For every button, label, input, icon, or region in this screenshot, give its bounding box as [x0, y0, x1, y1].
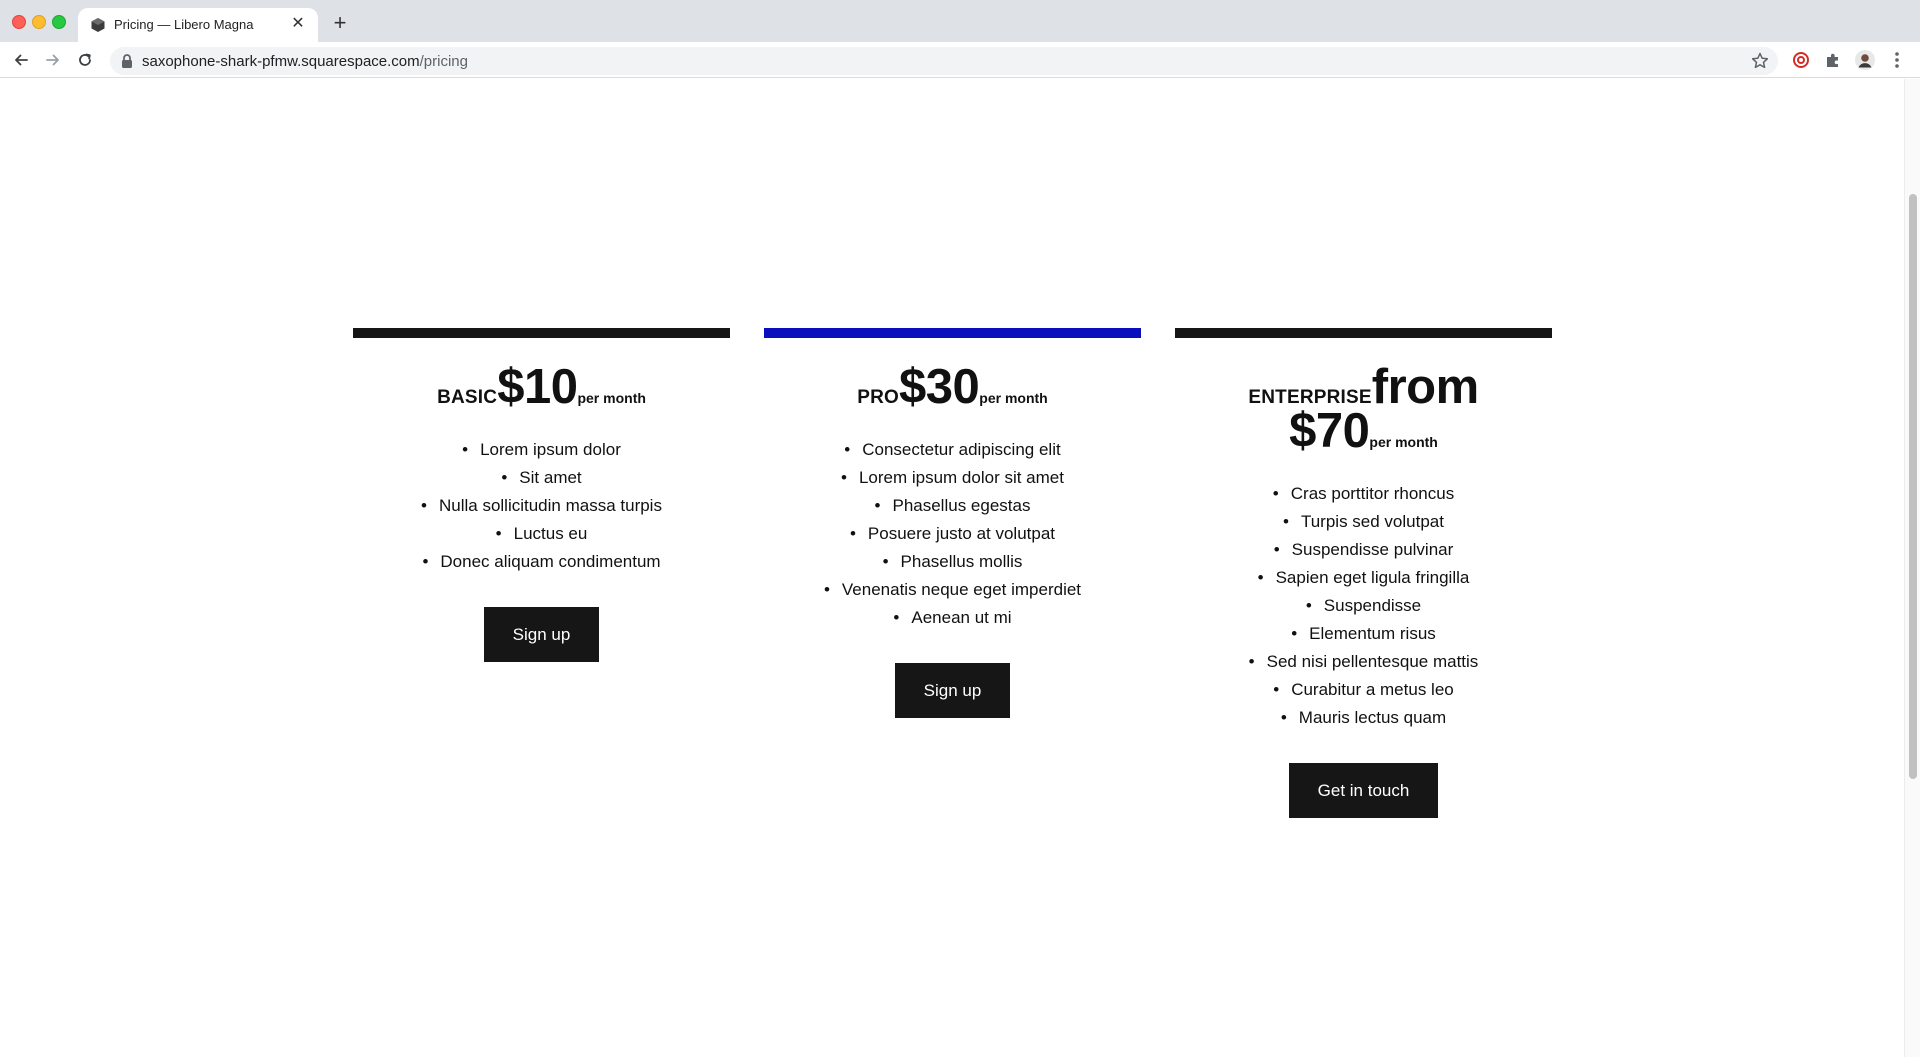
url-host: saxophone-shark-pfmw.squarespace.com: [142, 53, 420, 70]
window-zoom-button[interactable]: [52, 15, 66, 29]
url-text: saxophone-shark-pfmw.squarespace.com/pri…: [142, 53, 468, 70]
feature-item: Phasellus egestas: [764, 492, 1141, 520]
feature-item: Cras porttitor rhoncus: [1175, 480, 1552, 508]
plan-accent-bar: [1175, 328, 1552, 338]
feature-item: Luctus eu: [353, 520, 730, 548]
tab-title: Pricing — Libero Magna: [114, 17, 254, 32]
profile-avatar-icon[interactable]: [1854, 49, 1876, 71]
window-minimize-button[interactable]: [32, 15, 46, 29]
address-bar[interactable]: saxophone-shark-pfmw.squarespace.com/pri…: [110, 47, 1778, 75]
lock-icon: [122, 54, 132, 68]
plan-price-unit: per month: [1369, 434, 1438, 450]
new-tab-plus-icon[interactable]: +: [328, 12, 352, 36]
feature-item: Lorem ipsum dolor: [353, 436, 730, 464]
plan-heading: BASIC$10per month: [353, 363, 730, 415]
pricing-card-basic: BASIC$10per month Lorem ipsum dolor Sit …: [353, 328, 730, 662]
feature-item: Turpis sed volutpat: [1175, 508, 1552, 536]
plan-price: $10: [497, 360, 578, 414]
feature-item: Sapien eget ligula fringilla: [1175, 564, 1552, 592]
plan-heading: ENTERPRISEfrom $70per month: [1175, 363, 1552, 459]
browser-toolbar: saxophone-shark-pfmw.squarespace.com/pri…: [0, 42, 1920, 78]
forward-arrow-icon[interactable]: [41, 48, 65, 72]
browser-tab-active[interactable]: Pricing — Libero Magna ✕: [78, 8, 318, 42]
plan-heading: PRO$30per month: [764, 363, 1141, 415]
feature-item: Phasellus mollis: [764, 548, 1141, 576]
feature-item: Sed nisi pellentesque mattis: [1175, 648, 1552, 676]
plan-price-unit: per month: [577, 390, 646, 406]
reload-icon[interactable]: [73, 48, 97, 72]
extensions-puzzle-icon[interactable]: [1822, 49, 1844, 71]
browser-tab-strip: Pricing — Libero Magna ✕ +: [0, 0, 1920, 42]
scrollbar-thumb[interactable]: [1909, 194, 1917, 779]
feature-item: Consectetur adipiscing elit: [764, 436, 1141, 464]
feature-item: Suspendisse: [1175, 592, 1552, 620]
window-close-button[interactable]: [12, 15, 26, 29]
basic-sign-up-button[interactable]: Sign up: [483, 607, 600, 662]
tab-close-icon[interactable]: ✕: [288, 14, 308, 34]
pro-sign-up-button[interactable]: Sign up: [894, 663, 1011, 718]
browser-menu-dots-icon[interactable]: [1886, 49, 1908, 71]
feature-item: Donec aliquam condimentum: [353, 548, 730, 576]
url-path: /pricing: [419, 53, 468, 70]
plan-price: $30: [899, 360, 980, 414]
feature-item: Mauris lectus quam: [1175, 704, 1552, 732]
pricing-card-pro: PRO$30per month Consectetur adipiscing e…: [764, 328, 1141, 718]
plan-feature-list: Cras porttitor rhoncus Turpis sed volutp…: [1175, 480, 1552, 732]
feature-item: Sit amet: [353, 464, 730, 492]
plan-name: BASIC: [437, 387, 498, 408]
page-scrollbar[interactable]: [1904, 79, 1920, 1057]
feature-item: Lorem ipsum dolor sit amet: [764, 464, 1141, 492]
feature-item: Curabitur a metus leo: [1175, 676, 1552, 704]
back-arrow-icon[interactable]: [9, 48, 33, 72]
feature-item: Suspendisse pulvinar: [1175, 536, 1552, 564]
pricing-card-enterprise: ENTERPRISEfrom $70per month Cras porttit…: [1175, 328, 1552, 818]
plan-price-unit: per month: [979, 390, 1048, 406]
plan-feature-list: Lorem ipsum dolor Sit amet Nulla sollici…: [353, 436, 730, 576]
feature-item: Venenatis neque eget imperdiet: [764, 576, 1141, 604]
feature-item: Elementum risus: [1175, 620, 1552, 648]
enterprise-get-in-touch-button[interactable]: Get in touch: [1288, 763, 1439, 818]
feature-item: Nulla sollicitudin massa turpis: [353, 492, 730, 520]
bookmark-star-icon[interactable]: [1750, 51, 1770, 71]
plan-feature-list: Consectetur adipiscing elit Lorem ipsum …: [764, 436, 1141, 632]
lastpass-extension-icon[interactable]: [1790, 49, 1812, 71]
plan-name: PRO: [857, 387, 900, 408]
plan-accent-bar: [353, 328, 730, 338]
plan-accent-bar: [764, 328, 1141, 338]
feature-item: Posuere justo at volutpat: [764, 520, 1141, 548]
cube-favicon-icon: [91, 18, 105, 32]
feature-item: Aenean ut mi: [764, 604, 1141, 632]
